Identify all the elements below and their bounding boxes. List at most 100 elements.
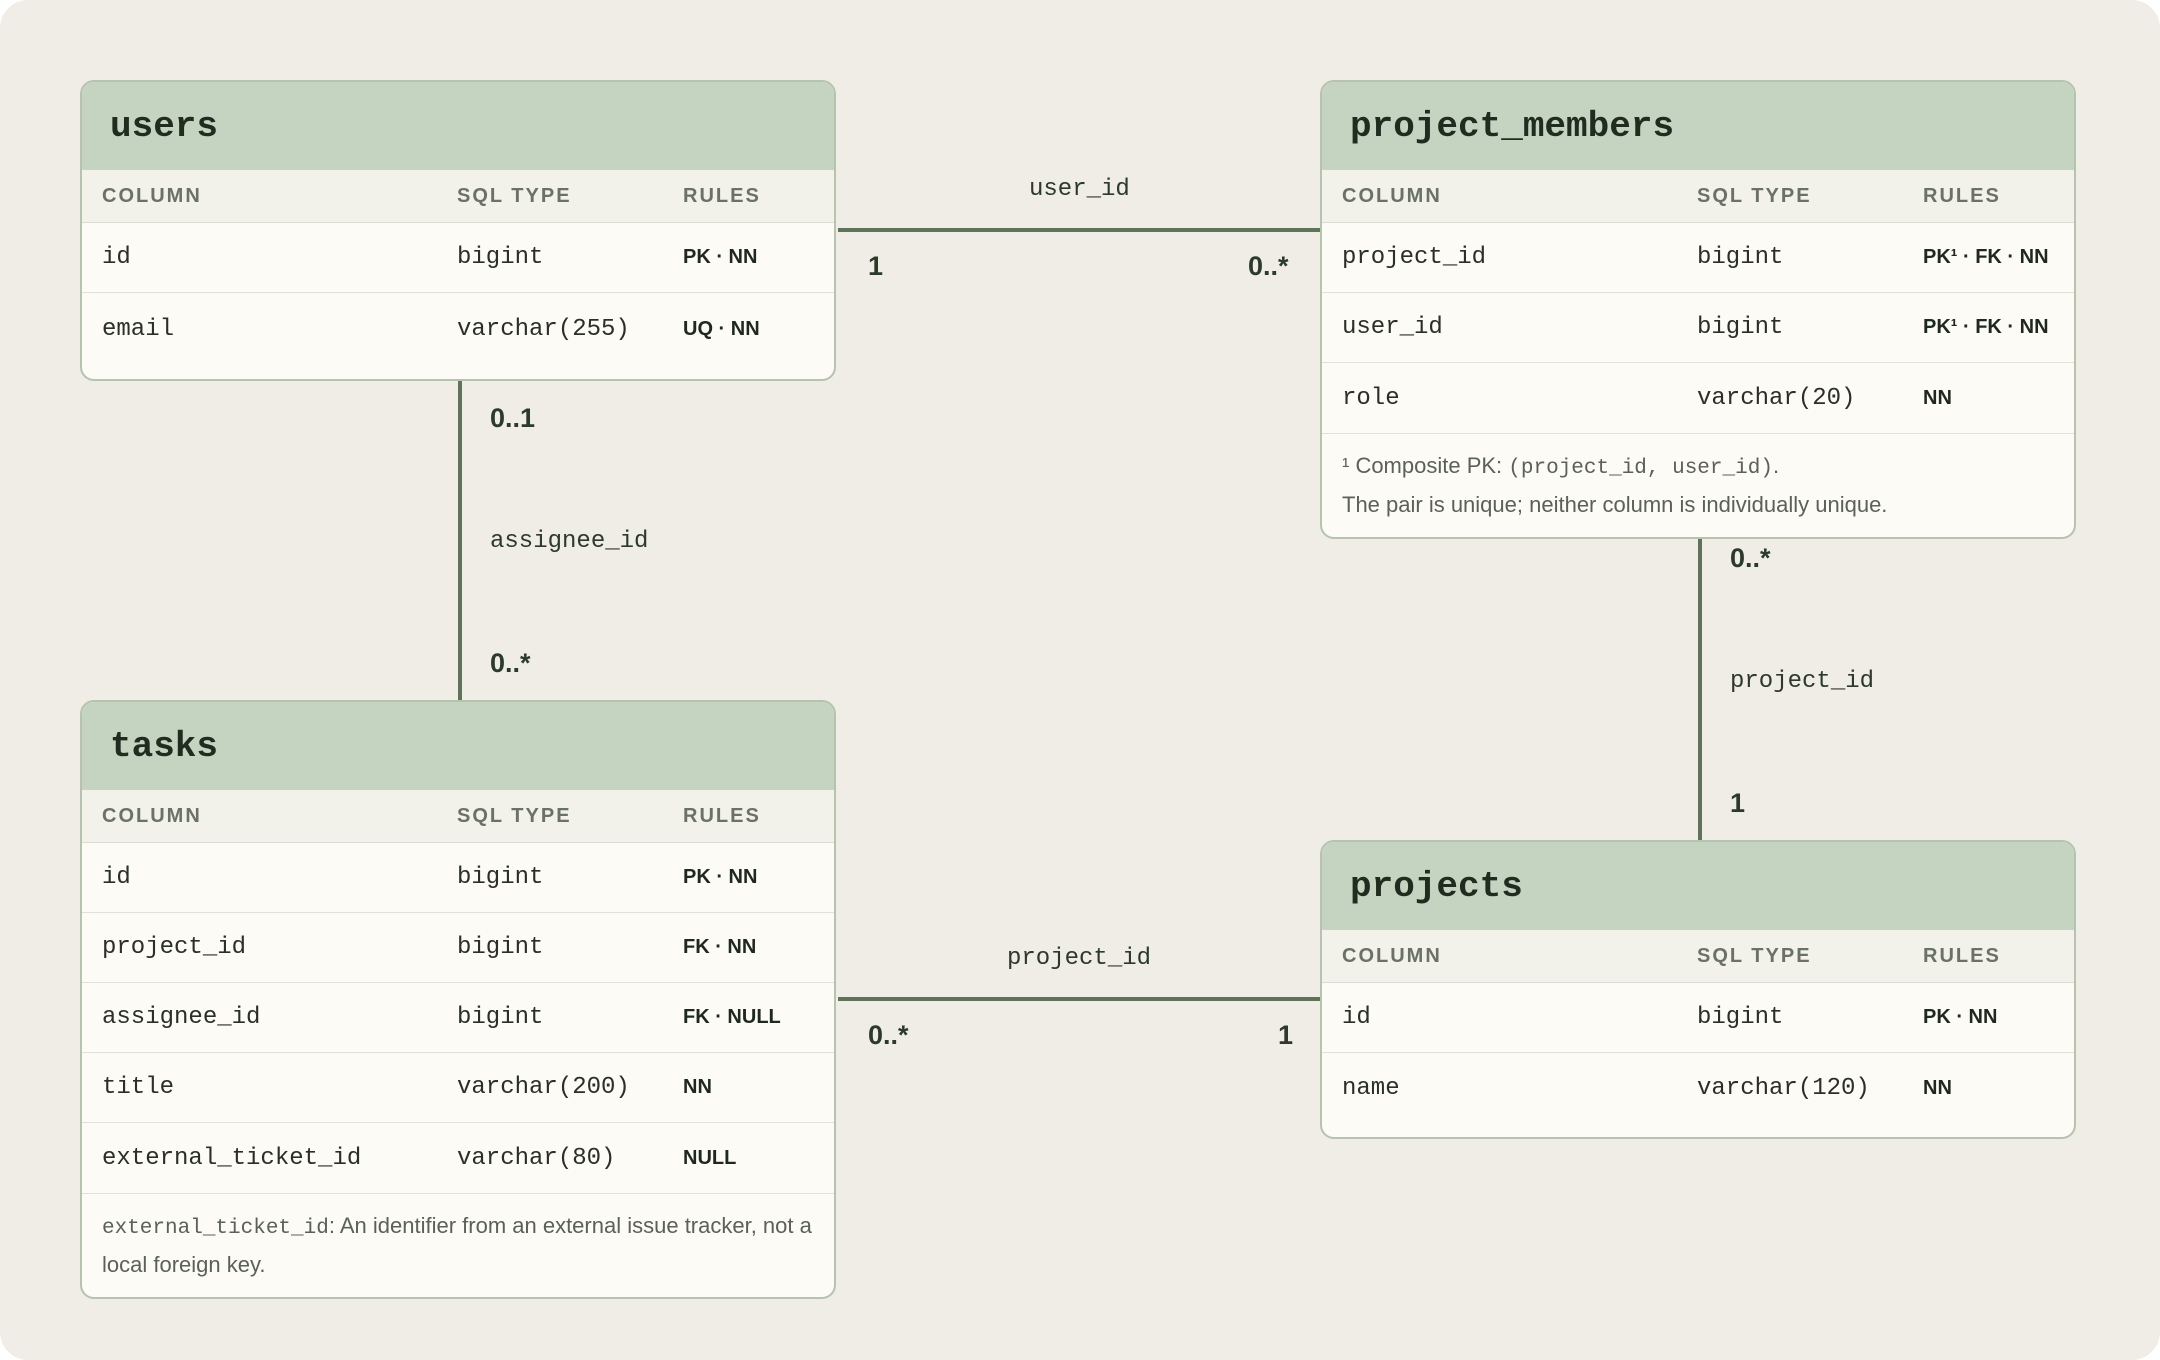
column-header-type: SQL TYPE — [457, 184, 572, 207]
column-rules: PK¹ · FK · NN — [1923, 246, 2049, 268]
column-rules: NN — [1923, 386, 1952, 409]
column-type: varchar(255) — [457, 315, 630, 343]
column-header-column: COLUMN — [102, 184, 202, 207]
column-name: project_id — [102, 934, 247, 961]
note-suffix: . — [1772, 453, 1780, 478]
cardinality-users-one: 1 — [868, 251, 884, 281]
column-type: bigint — [457, 244, 544, 271]
column-type: bigint — [457, 1004, 544, 1031]
column-rules: NN — [1923, 1076, 1952, 1099]
column-name: id — [102, 864, 131, 891]
column-header-row: COLUMN SQL TYPE RULES — [82, 790, 834, 843]
entity-title: projects — [1350, 865, 1523, 907]
entity-users[interactable]: users COLUMN SQL TYPE RULES id bigint PK… — [80, 80, 836, 381]
table-row: id bigint PK · NN — [1322, 983, 2074, 1053]
relationship-label-assignee-id: assignee_id — [490, 528, 649, 555]
column-name: name — [1342, 1074, 1400, 1102]
column-header-row: COLUMN SQL TYPE RULES — [82, 170, 834, 223]
column-header-rules: RULES — [1923, 944, 2001, 967]
connector-users-project-members — [838, 228, 1322, 232]
column-header-column: COLUMN — [1342, 944, 1442, 967]
column-header-rules: RULES — [683, 184, 761, 207]
column-type: bigint — [457, 864, 544, 891]
column-name: user_id — [1342, 314, 1443, 341]
connector-users-tasks — [458, 378, 462, 702]
cardinality-users-zero-or-one: 0..1 — [490, 403, 536, 433]
cardinality-projects-one-right: 1 — [1730, 788, 1746, 818]
column-name: project_id — [1342, 244, 1487, 271]
column-type: varchar(80) — [457, 1144, 616, 1172]
relationship-label-project-id-bottom: project_id — [1007, 945, 1152, 972]
column-rules: PK · NN — [683, 246, 758, 268]
column-rules: PK · NN — [683, 866, 758, 888]
column-name: assignee_id — [102, 1004, 261, 1031]
column-name: email — [102, 315, 175, 343]
note-code: (project_id, user_id) — [1508, 457, 1773, 480]
column-name: title — [102, 1074, 175, 1101]
entity-header: tasks — [82, 702, 834, 790]
column-header-row: COLUMN SQL TYPE RULES — [1322, 170, 2074, 223]
column-type: bigint — [1697, 314, 1784, 341]
column-header-rules: RULES — [683, 804, 761, 827]
entity-header: project_members — [1322, 82, 2074, 170]
connector-project-members-projects — [1698, 518, 1702, 842]
column-rules: UQ · NN — [683, 317, 760, 340]
column-header-column: COLUMN — [102, 804, 202, 827]
note-code: external_ticket_id — [102, 1217, 329, 1240]
column-rules: FK · NN — [683, 936, 757, 958]
column-name: id — [102, 244, 131, 271]
entity-project-members[interactable]: project_members COLUMN SQL TYPE RULES pr… — [1320, 80, 2076, 539]
table-row: user_id bigint PK¹ · FK · NN — [1322, 293, 2074, 363]
table-row: project_id bigint FK · NN — [82, 913, 834, 983]
note-line-2: The pair is unique; neither column is in… — [1342, 492, 1888, 517]
column-name: id — [1342, 1004, 1371, 1031]
cardinality-members-many: 0..* — [1730, 543, 1771, 573]
column-header-rules: RULES — [1923, 184, 2001, 207]
table-row: id bigint PK · NN — [82, 843, 834, 913]
column-name: role — [1342, 384, 1400, 412]
connector-tasks-projects — [838, 997, 1322, 1001]
column-rules: PK · NN — [1923, 1006, 1998, 1028]
table-row: name varchar(120) NN — [1322, 1053, 2074, 1123]
table-row: title varchar(200) NN — [82, 1053, 834, 1123]
column-type: varchar(120) — [1697, 1074, 1870, 1102]
column-type: varchar(20) — [1697, 384, 1856, 412]
table-row: role varchar(20) NN — [1322, 363, 2074, 433]
table-row: project_id bigint PK¹ · FK · NN — [1322, 223, 2074, 293]
cardinality-projects-one-bottom: 1 — [1278, 1020, 1294, 1050]
column-name: external_ticket_id — [102, 1144, 362, 1172]
column-rules: NULL — [683, 1146, 737, 1169]
note-prefix: ¹ Composite PK: — [1342, 453, 1509, 478]
column-type: bigint — [457, 934, 544, 961]
table-row: email varchar(255) UQ · NN — [82, 293, 834, 365]
column-header-type: SQL TYPE — [457, 804, 572, 827]
entity-title: users — [110, 105, 219, 147]
column-rules: NN — [683, 1076, 712, 1098]
entity-tasks[interactable]: tasks COLUMN SQL TYPE RULES id bigint PK… — [80, 700, 836, 1299]
table-row: id bigint PK · NN — [82, 223, 834, 293]
relationship-label-user-id: user_id — [1029, 176, 1130, 203]
diagram-canvas: user_id 1 0..* assignee_id 0..1 0..* pro… — [0, 0, 2160, 1360]
table-row: external_ticket_id varchar(80) NULL — [82, 1123, 834, 1193]
column-type: bigint — [1697, 1004, 1784, 1031]
cardinality-tasks-many-bottom: 0..* — [868, 1020, 909, 1050]
column-header-column: COLUMN — [1342, 184, 1442, 207]
cardinality-project-members-many: 0..* — [1248, 251, 1289, 281]
column-header-type: SQL TYPE — [1697, 944, 1812, 967]
entity-title: tasks — [110, 725, 219, 767]
table-row: assignee_id bigint FK · NULL — [82, 983, 834, 1053]
relationship-label-project-id-right: project_id — [1730, 668, 1875, 695]
column-rules: PK¹ · FK · NN — [1923, 316, 2049, 338]
composite-key-note: ¹ Composite PK: (project_id, user_id). T… — [1322, 433, 2074, 537]
column-type: varchar(200) — [457, 1074, 630, 1101]
entity-projects[interactable]: projects COLUMN SQL TYPE RULES id bigint… — [1320, 840, 2076, 1139]
column-header-type: SQL TYPE — [1697, 184, 1812, 207]
entity-title: project_members — [1350, 105, 1675, 147]
entity-header: users — [82, 82, 834, 170]
column-rules: FK · NULL — [683, 1006, 781, 1028]
cardinality-tasks-many: 0..* — [490, 648, 531, 678]
external-ticket-note: external_ticket_id: An identifier from a… — [82, 1193, 834, 1297]
entity-header: projects — [1322, 842, 2074, 930]
column-header-row: COLUMN SQL TYPE RULES — [1322, 930, 2074, 983]
column-type: bigint — [1697, 244, 1784, 271]
